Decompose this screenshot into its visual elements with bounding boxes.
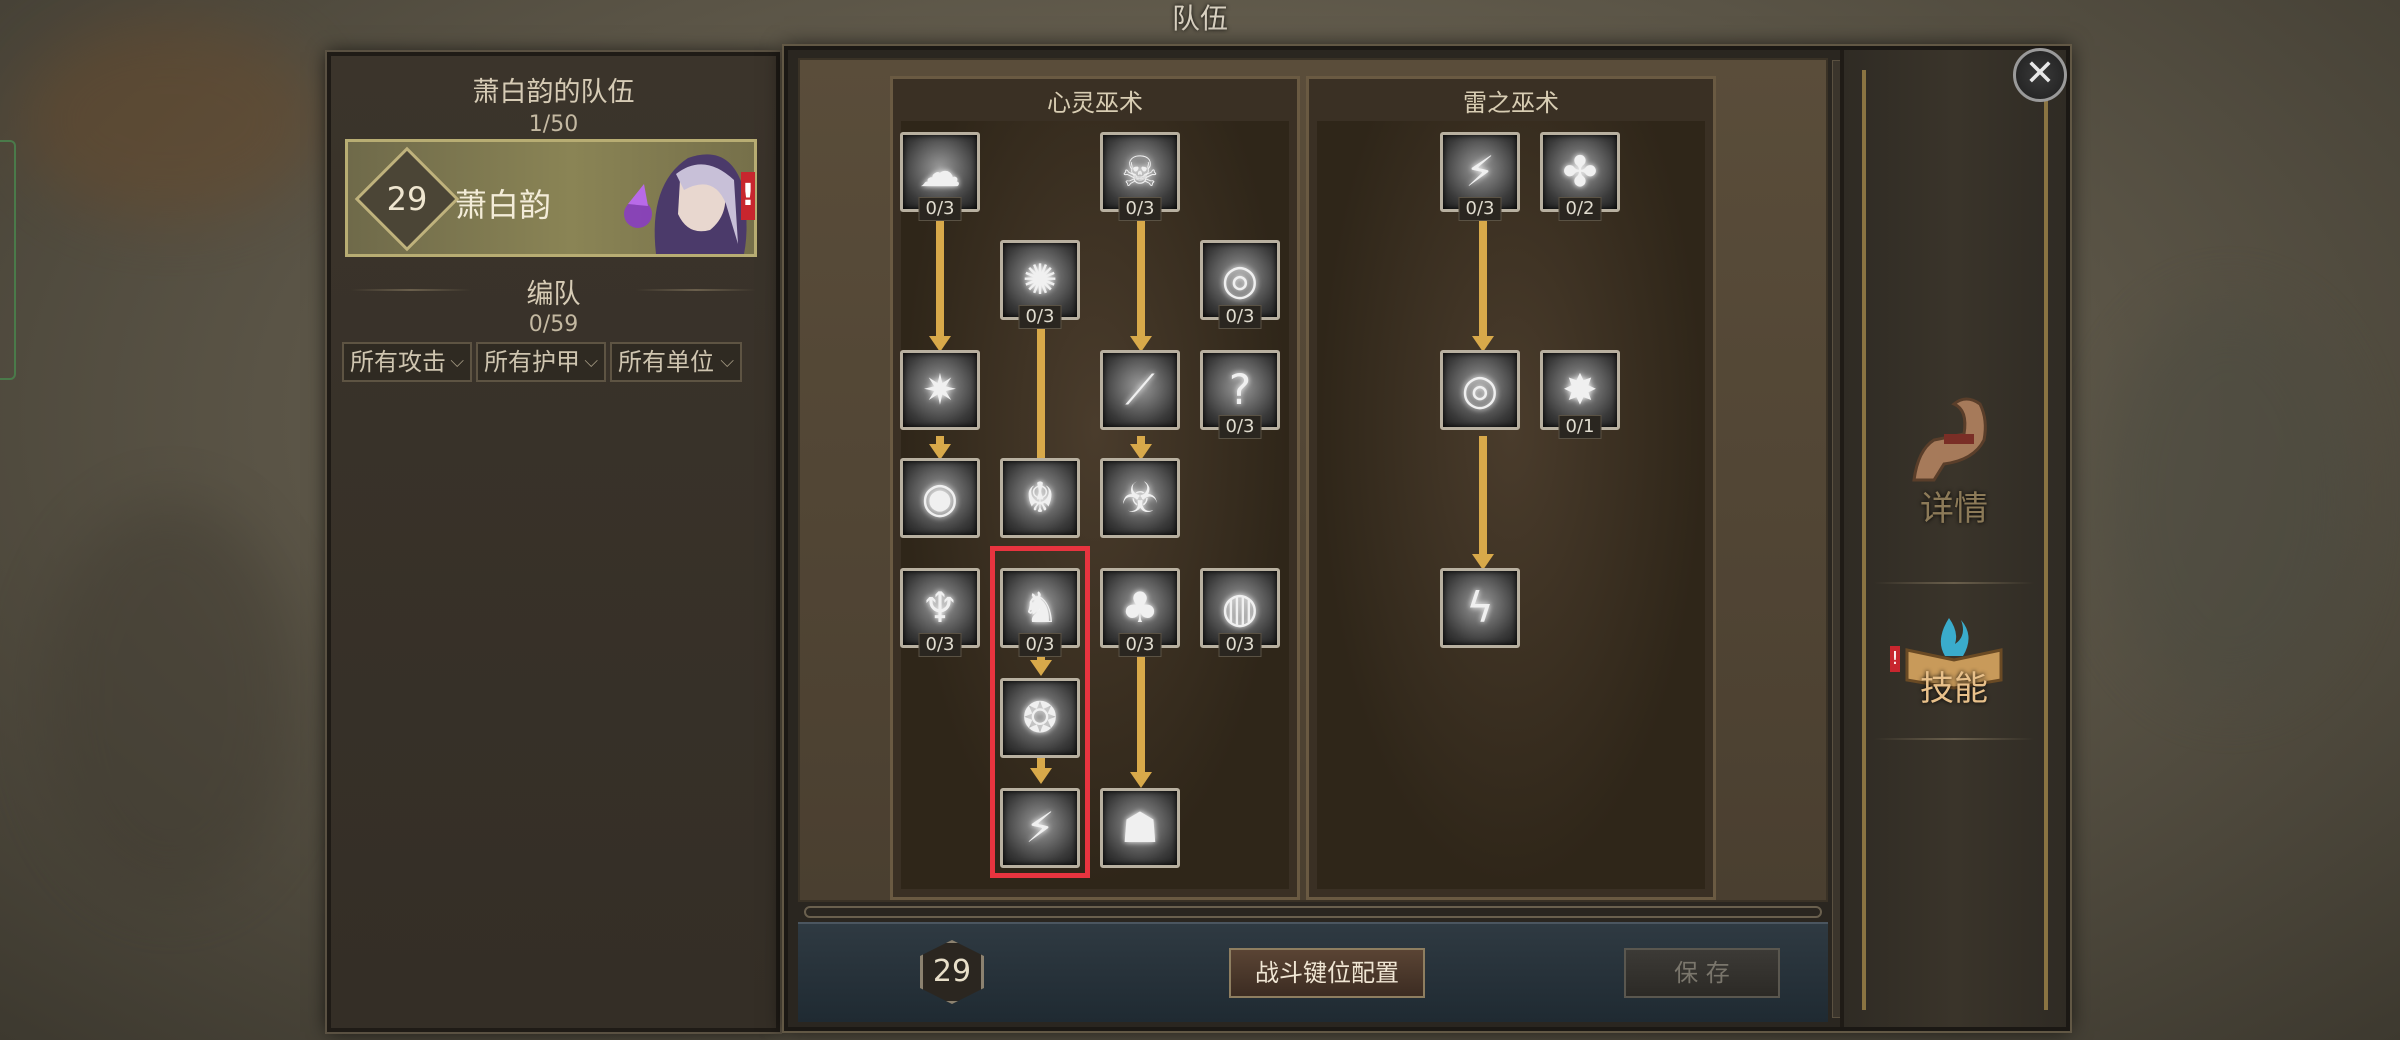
- skill-lightning-fist[interactable]: ⚡ 0/3: [1440, 132, 1520, 221]
- team-count: 1/50: [528, 112, 579, 137]
- skill-radiant-burst[interactable]: ✺ 0/3: [1000, 240, 1080, 329]
- skill-rank: 0/3: [1458, 197, 1502, 221]
- skill-tree-area: 心灵巫术 雷之巫术 ☁ 0/3 ☠ 0/3 ✺ 0/3 ◎ 0/3 ✷ ⟋ ? …: [798, 58, 1828, 902]
- skill-vortex[interactable]: ◎ 0/3: [1200, 240, 1280, 329]
- horizontal-scrollbar[interactable]: [804, 906, 1822, 918]
- fanged-beast-icon: ☣: [1121, 473, 1159, 522]
- formation-count: 0/59: [528, 312, 579, 337]
- skills-window: 心灵巫术 雷之巫术 ☁ 0/3 ☠ 0/3 ✺ 0/3 ◎ 0/3 ✷ ⟋ ? …: [782, 44, 2072, 1033]
- skill-spiral-storm[interactable]: ◎: [1440, 350, 1520, 430]
- hooded-figure-icon: ☗: [1121, 803, 1159, 852]
- connector-arrow: [1479, 436, 1487, 556]
- skill-hooded-figure[interactable]: ☗: [1100, 788, 1180, 868]
- hero-card[interactable]: 29 萧白韵 !: [345, 139, 757, 257]
- unit-filter-select[interactable]: 所有单位 ⌵: [610, 342, 742, 382]
- formation-title: 编队: [526, 279, 581, 310]
- background-blur: [20, 20, 320, 220]
- hero-alert-icon: !: [741, 172, 755, 220]
- skill-thunder-burst[interactable]: ✸ 0/1: [1540, 350, 1620, 439]
- blade-slash-icon: ⟋: [1125, 365, 1155, 414]
- tab-skills-label: 技能: [1920, 669, 1988, 709]
- connector-arrow: [1037, 328, 1045, 476]
- skills-bottom-bar: 29 战斗键位配置 保 存: [798, 922, 1828, 1022]
- skill-fanged-beast[interactable]: ☣: [1100, 458, 1180, 538]
- skill-rank: 0/3: [918, 633, 962, 657]
- skill-question-runes[interactable]: ? 0/3: [1200, 350, 1280, 439]
- shatter-icon: ✷: [922, 365, 958, 414]
- attack-filter-label: 所有攻击: [350, 348, 446, 376]
- hero-level: 29: [386, 180, 428, 218]
- skill-rank: 0/3: [1118, 197, 1162, 221]
- connector-arrow: [936, 218, 944, 336]
- divider: [636, 289, 756, 291]
- skill-rank: 0/2: [1558, 197, 1602, 221]
- connector-arrow: [1137, 218, 1145, 336]
- chevron-down-icon: ⌵: [584, 351, 598, 372]
- skill-rank: 0/3: [1218, 305, 1262, 329]
- team-title: 萧白韵的队伍: [472, 77, 635, 108]
- skill-rank: 0/3: [1118, 633, 1162, 657]
- side-tab-panel: 详情 ! 技能: [1840, 50, 2066, 1027]
- skill-rank: 0/3: [918, 197, 962, 221]
- skill-ghost[interactable]: ♆ 0/3: [900, 568, 980, 657]
- background-blur: [40, 500, 300, 900]
- connector-arrow: [1479, 218, 1487, 336]
- window-title: 队伍: [1171, 2, 1228, 35]
- gold-rail: [2044, 70, 2048, 1010]
- spiral-storm-icon: ◎: [1461, 365, 1499, 414]
- flexing-arm-icon: [1912, 397, 1987, 482]
- chain-lightning-icon: ϟ: [1466, 583, 1494, 632]
- tree-title: 心灵巫术: [1047, 89, 1143, 117]
- attack-filter-select[interactable]: 所有攻击 ⌵: [342, 342, 472, 382]
- close-button[interactable]: ✕: [2013, 48, 2067, 102]
- skill-rank: 0/3: [1018, 305, 1062, 329]
- tab-details[interactable]: 详情: [1874, 390, 2034, 540]
- skill-shatter[interactable]: ✷: [900, 350, 980, 430]
- background-blur: [2100, 300, 2360, 700]
- close-icon: ✕: [2024, 53, 2056, 94]
- skill-points-value: 29: [932, 954, 972, 989]
- armor-filter-select[interactable]: 所有护甲 ⌵: [476, 342, 606, 382]
- hero-name: 萧白韵: [455, 186, 552, 224]
- unit-filter-label: 所有单位: [618, 348, 714, 376]
- tab-skills[interactable]: ! 技能: [1874, 570, 2034, 720]
- save-button[interactable]: 保 存: [1624, 948, 1780, 998]
- combat-hotkey-config-button[interactable]: 战斗键位配置: [1229, 948, 1425, 998]
- skill-shuriken-swirl[interactable]: ✤ 0/2: [1540, 132, 1620, 221]
- skill-spiral-eye[interactable]: ◍ 0/3: [1200, 568, 1280, 657]
- skill-blade-slash[interactable]: ⟋: [1100, 350, 1180, 430]
- tab-details-label: 详情: [1920, 489, 1988, 529]
- team-panel: 萧白韵的队伍 1/50 29 萧白韵 ! 编队 0/59 所有攻击 ⌵ 所有护甲…: [325, 50, 782, 1034]
- gold-rail: [1862, 70, 1866, 1010]
- skill-energy-orb[interactable]: ◉: [900, 458, 980, 538]
- skill-rank: 0/3: [1218, 633, 1262, 657]
- chevron-down-icon: ⌵: [720, 351, 734, 372]
- connector-arrow: [1137, 654, 1145, 774]
- skill-demon-mask[interactable]: ☠ 0/3: [1100, 132, 1180, 221]
- skill-rank: 0/3: [1218, 415, 1262, 439]
- skill-rank: 0/1: [1558, 415, 1602, 439]
- hero-portrait-icon: [624, 154, 747, 254]
- energy-orb-icon: ◉: [921, 473, 959, 522]
- beetle-icon: ☬: [1025, 473, 1055, 522]
- chevron-down-icon: ⌵: [450, 351, 464, 372]
- left-edge-panel: [0, 140, 16, 380]
- skill-beetle[interactable]: ☬: [1000, 458, 1080, 538]
- skill-chain-lightning[interactable]: ϟ: [1440, 568, 1520, 648]
- selected-skill-chain-highlight: [990, 546, 1090, 878]
- skill-dark-tree[interactable]: ♣ 0/3: [1100, 568, 1180, 657]
- armor-filter-label: 所有护甲: [484, 348, 580, 376]
- arrow-head: [1130, 772, 1152, 788]
- divider: [1874, 738, 2034, 740]
- skill-mist-swirl[interactable]: ☁ 0/3: [900, 132, 980, 221]
- tree-backdrop: [1317, 121, 1705, 889]
- tree-title: 雷之巫术: [1463, 89, 1559, 117]
